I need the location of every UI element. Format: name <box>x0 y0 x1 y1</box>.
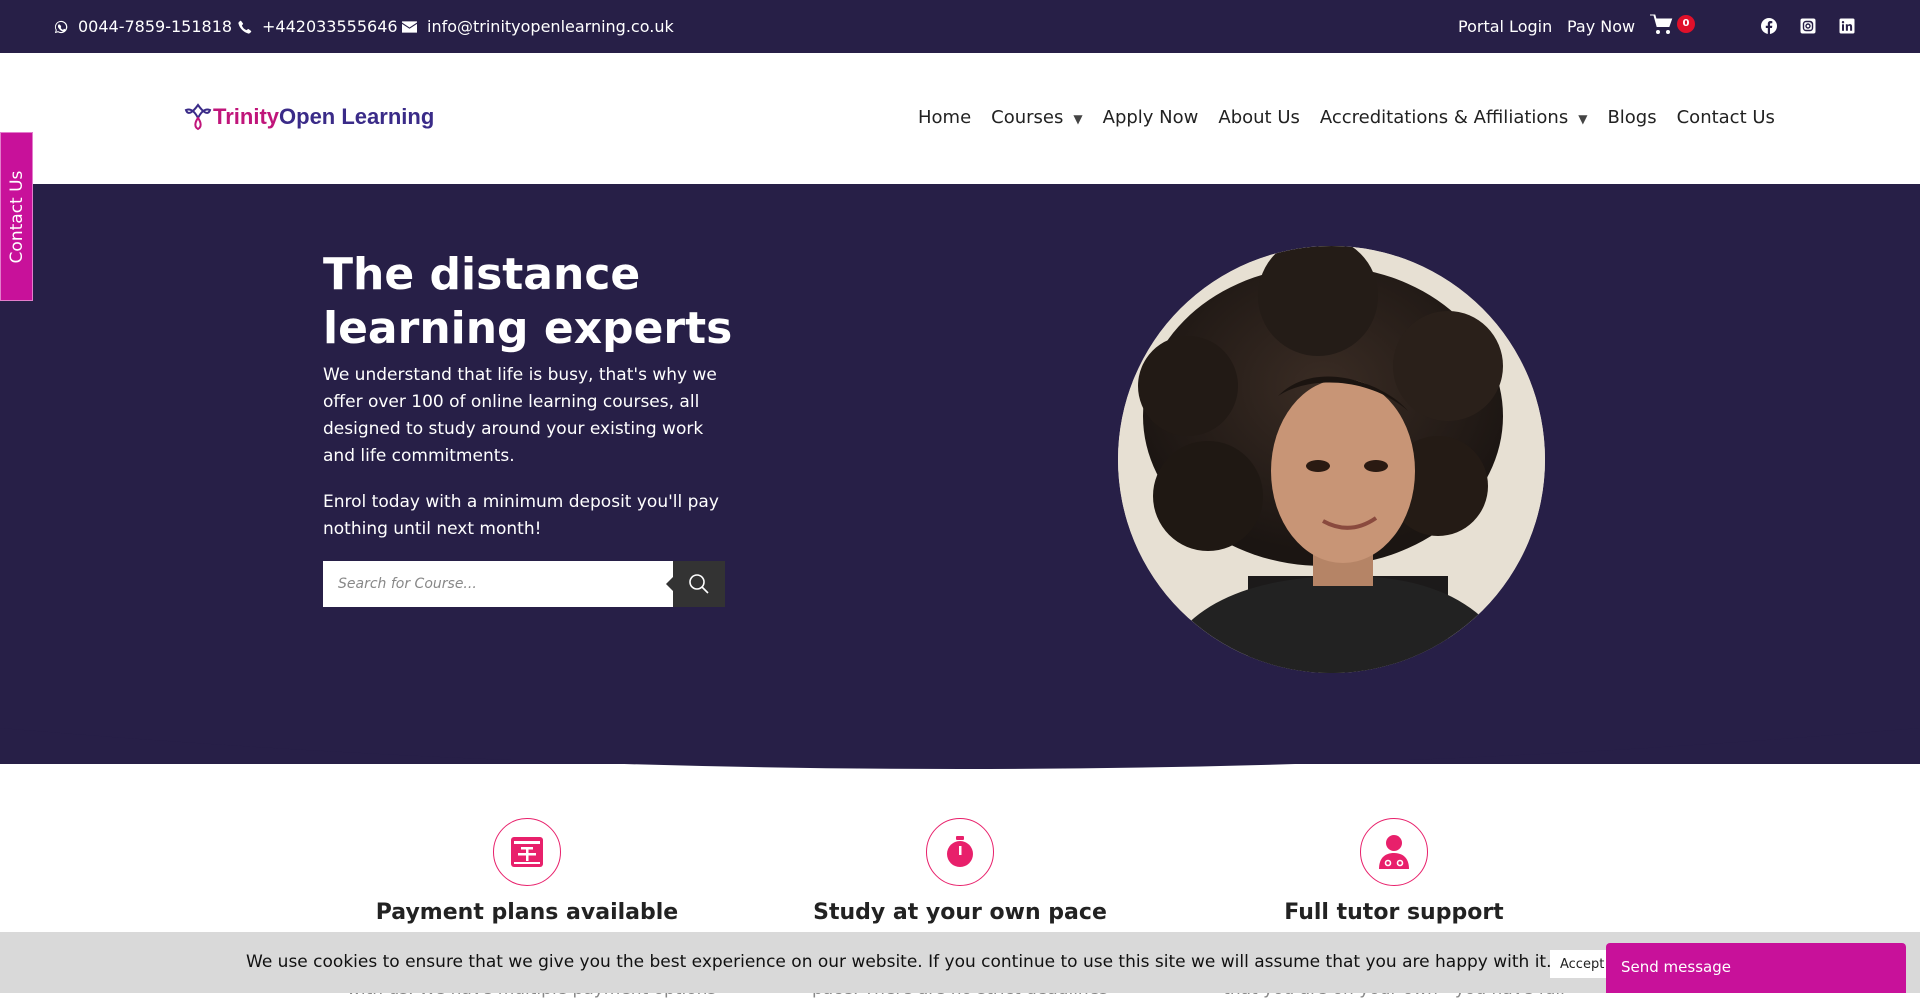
tutor-icon <box>1379 835 1409 869</box>
feature-payment-icon-circle <box>493 818 561 886</box>
envelope-icon <box>402 20 417 33</box>
chevron-down-icon: ▼ <box>1073 112 1083 126</box>
linkedin-icon[interactable] <box>1839 18 1855 34</box>
pay-now-link[interactable]: Pay Now <box>1567 17 1635 36</box>
hero-portrait-image <box>1118 246 1545 673</box>
search-icon <box>689 574 709 594</box>
top-bar: 0044-7859-151818 +442033555646 info@trin… <box>0 0 1920 53</box>
nav-blogs[interactable]: Blogs <box>1607 107 1656 128</box>
email-contact[interactable]: info@trinityopenlearning.co.uk <box>402 17 674 36</box>
facebook-icon[interactable] <box>1761 18 1777 34</box>
send-message-label: Send message <box>1621 958 1731 976</box>
phone-contact[interactable]: +442033555646 <box>238 17 398 36</box>
contact-us-side-tab-label: Contact Us <box>7 170 27 264</box>
whatsapp-icon <box>54 20 68 33</box>
phone-icon <box>238 20 252 34</box>
course-search-input[interactable] <box>323 561 673 607</box>
nav-accreditations[interactable]: Accreditations & Affiliations ▼ <box>1320 107 1588 128</box>
hero-title: The distance learning experts <box>323 249 733 354</box>
stopwatch-icon <box>947 836 973 867</box>
portal-login-link[interactable]: Portal Login <box>1458 17 1552 36</box>
nav-apply-now[interactable]: Apply Now <box>1103 107 1199 128</box>
search-button[interactable] <box>666 561 725 607</box>
hero-description: We understand that life is busy, that's … <box>323 365 717 466</box>
feature-tutor-icon-circle <box>1360 818 1428 886</box>
hero-bottom-curve <box>0 700 1920 769</box>
chevron-down-icon: ▼ <box>1578 112 1588 126</box>
cart-count-badge: 0 <box>1677 15 1695 33</box>
logo-text-open-learning: Open Learning <box>279 104 435 129</box>
course-search-bar <box>323 561 725 607</box>
site-logo[interactable]: Trinity Open Learning <box>183 102 434 132</box>
nav-contact-us[interactable]: Contact Us <box>1677 107 1775 128</box>
whatsapp-contact[interactable]: 0044-7859-151818 <box>54 17 232 36</box>
nav-courses-label: Courses <box>991 107 1064 128</box>
nav-courses[interactable]: Courses ▼ <box>991 107 1082 128</box>
feature-title-pace: Study at your own pace <box>813 900 1107 925</box>
trinity-knot-logo-icon <box>184 103 212 131</box>
feature-title-payment: Payment plans available <box>375 900 679 925</box>
email-address: info@trinityopenlearning.co.uk <box>427 17 674 36</box>
logo-text-trinity: Trinity <box>213 104 280 129</box>
nav-about-us[interactable]: About Us <box>1218 107 1300 128</box>
contact-us-side-tab[interactable]: Contact Us <box>0 132 33 301</box>
main-nav: Home Courses ▼ Apply Now About Us Accredi… <box>918 107 1775 128</box>
calendar-icon <box>511 837 543 867</box>
cart-icon[interactable] <box>1650 14 1674 36</box>
instagram-icon[interactable] <box>1800 18 1816 34</box>
nav-home[interactable]: Home <box>918 107 971 128</box>
hero-deposit-note: Enrol today with a minimum deposit you'l… <box>323 492 719 539</box>
hero-section <box>0 184 1920 764</box>
cookie-message: We use cookies to ensure that we give yo… <box>246 952 1552 972</box>
send-message-chat-widget[interactable]: Send message <box>1606 943 1906 993</box>
feature-pace-icon-circle <box>926 818 994 886</box>
nav-accreditations-label: Accreditations & Affiliations <box>1319 107 1569 128</box>
feature-title-tutor: Full tutor support <box>1284 900 1504 925</box>
whatsapp-number: 0044-7859-151818 <box>78 17 233 36</box>
cookie-accept-button[interactable]: Accept <box>1550 950 1606 978</box>
phone-number: +442033555646 <box>262 17 398 36</box>
